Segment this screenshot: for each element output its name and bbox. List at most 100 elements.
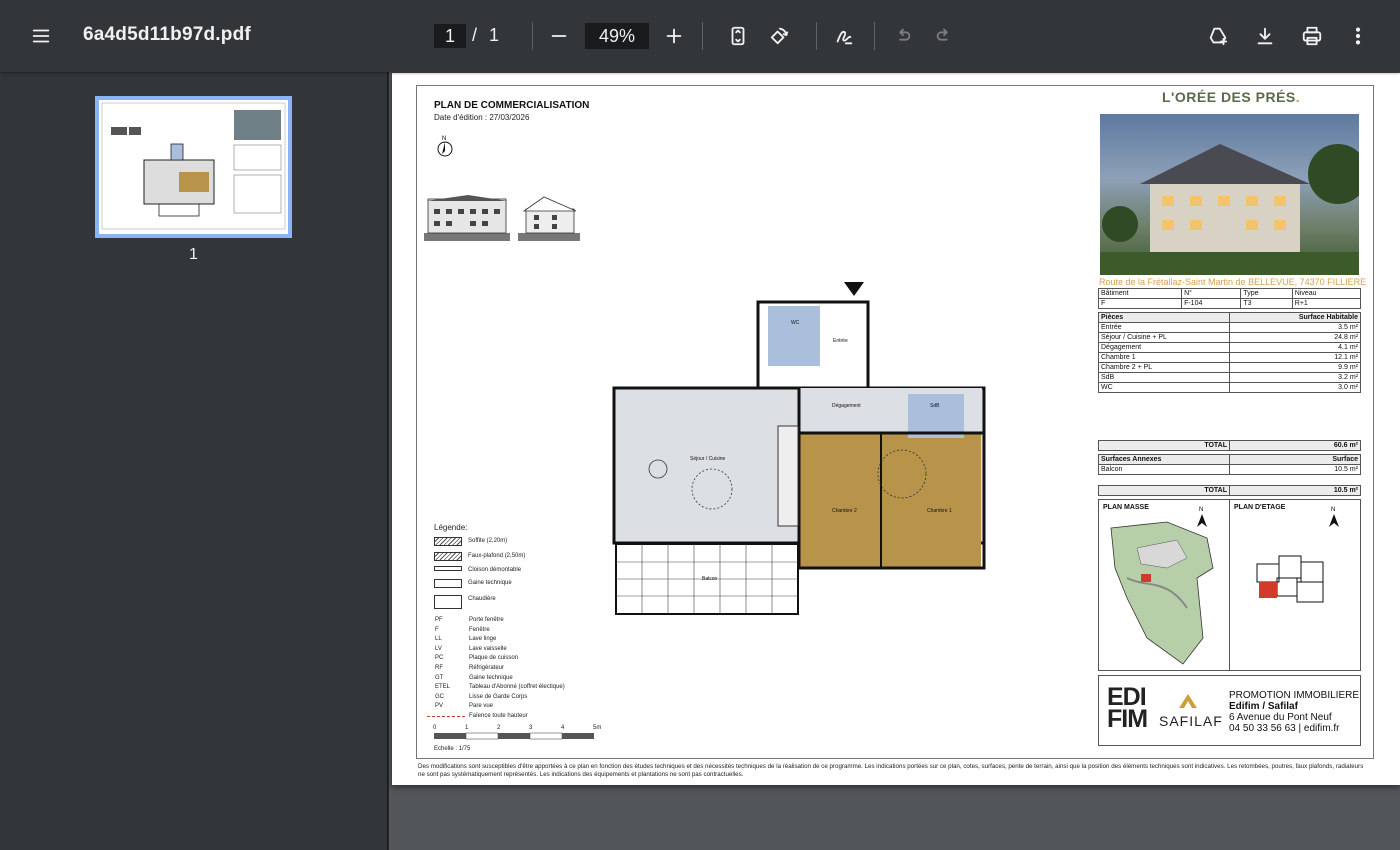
legend-code: RF — [435, 665, 443, 671]
scale-tick: 5m — [593, 725, 602, 731]
promoter-line2: Edifim / Safilaf — [1229, 701, 1298, 712]
lot-value-cell: F-104 — [1181, 298, 1242, 309]
annex-header-row: Surfaces Annexes Surface — [1098, 454, 1361, 465]
legend-swatch — [434, 579, 462, 588]
total-annex-label: TOTAL — [1098, 485, 1230, 496]
zoom-in-button[interactable] — [656, 18, 692, 54]
legend-swatch — [434, 595, 462, 609]
wc-area — [768, 306, 820, 366]
legend-title: Légende: — [434, 523, 468, 532]
room-row: SdB 3.2 m² — [1098, 372, 1361, 383]
page-thumbnail[interactable] — [95, 96, 292, 238]
promoter-line1: PROMOTION IMMOBILIERE — [1229, 690, 1360, 701]
zoom-input[interactable]: 49% — [585, 23, 649, 49]
legend-hatch-label: Soffite (2,20m) — [468, 538, 508, 544]
plus-icon — [666, 28, 682, 44]
scale-tick: 2 — [497, 725, 501, 731]
edition-date: Date d'édition : 27/03/2026 — [434, 113, 529, 122]
scale-bar — [434, 732, 594, 740]
scale-tick: 0 — [433, 725, 437, 731]
rotate-button[interactable] — [761, 18, 797, 54]
total-pages: 1 — [489, 25, 500, 45]
disclaimer-footnote: Des modifications sont susceptibles d'êt… — [418, 763, 1364, 778]
legend-text: Lave vaisselle — [469, 645, 507, 652]
download-icon — [1257, 27, 1273, 45]
lot-header-cell: Bâtiment — [1097, 288, 1183, 299]
legend-hatch-label: Faux-plafond (2,50m) — [468, 553, 526, 559]
toolbar-divider — [874, 22, 875, 50]
legend-dashed-line — [427, 716, 465, 717]
legend-hatch-label: Chaudière — [468, 596, 496, 602]
undo-button[interactable] — [885, 18, 921, 54]
room-area: 12.1 m² — [1229, 352, 1361, 363]
room-row: Dégagement 4.1 m² — [1098, 342, 1361, 353]
legend-hatch-label: Gaine technique — [468, 580, 512, 586]
room-label-balcon: Balcon — [702, 576, 718, 582]
fit-page-button[interactable] — [720, 18, 756, 54]
rotate-icon — [770, 27, 789, 45]
legend-text: Porte fenêtre — [469, 617, 504, 623]
building-elevations — [424, 195, 580, 241]
room-row: WC 3.0 m² — [1098, 382, 1361, 393]
rooms-header-area: Surface Habitable — [1229, 312, 1361, 323]
legend-code: ETEL — [435, 684, 451, 691]
room-name: Séjour / Cuisine + PL — [1098, 332, 1230, 343]
legend-text: Réfrigérateur — [469, 665, 505, 671]
building-photo — [1100, 114, 1359, 275]
toolbar-divider — [816, 22, 817, 50]
scale-tick: 1 — [465, 725, 469, 731]
rooms-header-name: Pièces — [1098, 312, 1230, 323]
annotate-button[interactable] — [826, 18, 862, 54]
legend-swatch — [434, 537, 462, 546]
total-annex-table: TOTAL 10.5 m² — [1098, 485, 1361, 496]
drive-add-button[interactable] — [1200, 18, 1236, 54]
legend-text: Pare vue — [469, 703, 494, 710]
brand-dot: . — [1295, 89, 1301, 105]
download-button[interactable] — [1247, 18, 1283, 54]
room-name: Dégagement — [1098, 342, 1230, 353]
total-label: TOTAL — [1098, 440, 1230, 451]
annex-table: Surfaces Annexes Surface Balcon 10.5 m² — [1098, 454, 1361, 475]
legend-code: LV — [435, 645, 442, 652]
lot-header-cell: N° — [1181, 288, 1242, 299]
legend-hatch-label: Cloison démontable — [468, 567, 522, 573]
room-row: Chambre 1 12.1 m² — [1098, 352, 1361, 363]
redo-button[interactable] — [926, 18, 962, 54]
room-label-chambre1: Chambre 1 — [927, 508, 952, 514]
lot-value-cell: R+1 — [1291, 298, 1362, 309]
print-button[interactable] — [1294, 18, 1330, 54]
menu-icon[interactable] — [23, 18, 59, 54]
room-label-sejour: Séjour / Cuisine — [690, 456, 726, 462]
annex-area: 10.5 m² — [1229, 464, 1361, 475]
floor-plan: Entrée WC Dégagement SdB Séjour / Cuisin… — [612, 282, 986, 615]
redo-icon — [936, 28, 948, 41]
floor-plan-mini — [1256, 555, 1324, 603]
zoom-out-button[interactable] — [541, 18, 577, 54]
page-number-input[interactable]: 1 — [434, 24, 466, 48]
rooms-table: Pièces Surface Habitable Entrée 3.5 m² Séjou… — [1098, 312, 1361, 393]
promoter-line4: 04 50 33 56 63 | edifim.fr — [1229, 723, 1340, 734]
north-arrow-icon: N — [1329, 507, 1339, 527]
legend-text: Fenêtre — [469, 626, 490, 633]
bedroom-1-area — [881, 433, 981, 568]
lot-value-cell: F — [1097, 298, 1183, 309]
scale-tick: 4 — [561, 725, 565, 731]
legend-text: Gaine technique — [469, 674, 513, 681]
thumbnail-preview — [99, 100, 288, 234]
undo-icon — [899, 28, 911, 41]
lot-value-cell: T3 — [1240, 298, 1293, 309]
total-habitable-value: 60.6 m² — [1229, 440, 1361, 451]
print-icon — [1302, 26, 1322, 46]
legend-text: Plaque de cuisson — [469, 655, 519, 662]
more-options-button[interactable] — [1340, 18, 1376, 54]
room-area: 3.2 m² — [1229, 372, 1361, 383]
edifim-logo: EDI FIM — [1107, 683, 1148, 733]
legend-text: Lave linge — [469, 636, 497, 643]
lot-table: Bâtiment N° Type Niveau F F-104 T3 R+1 — [1097, 288, 1362, 309]
room-label-sdb: SdB — [930, 403, 940, 409]
room-label-wc: WC — [791, 320, 800, 326]
room-name: WC — [1098, 382, 1230, 393]
bathroom-area — [908, 394, 964, 438]
toolbar-divider — [532, 22, 533, 50]
legend-text: Tableau d'Abonné (coffret électique) — [469, 684, 565, 691]
